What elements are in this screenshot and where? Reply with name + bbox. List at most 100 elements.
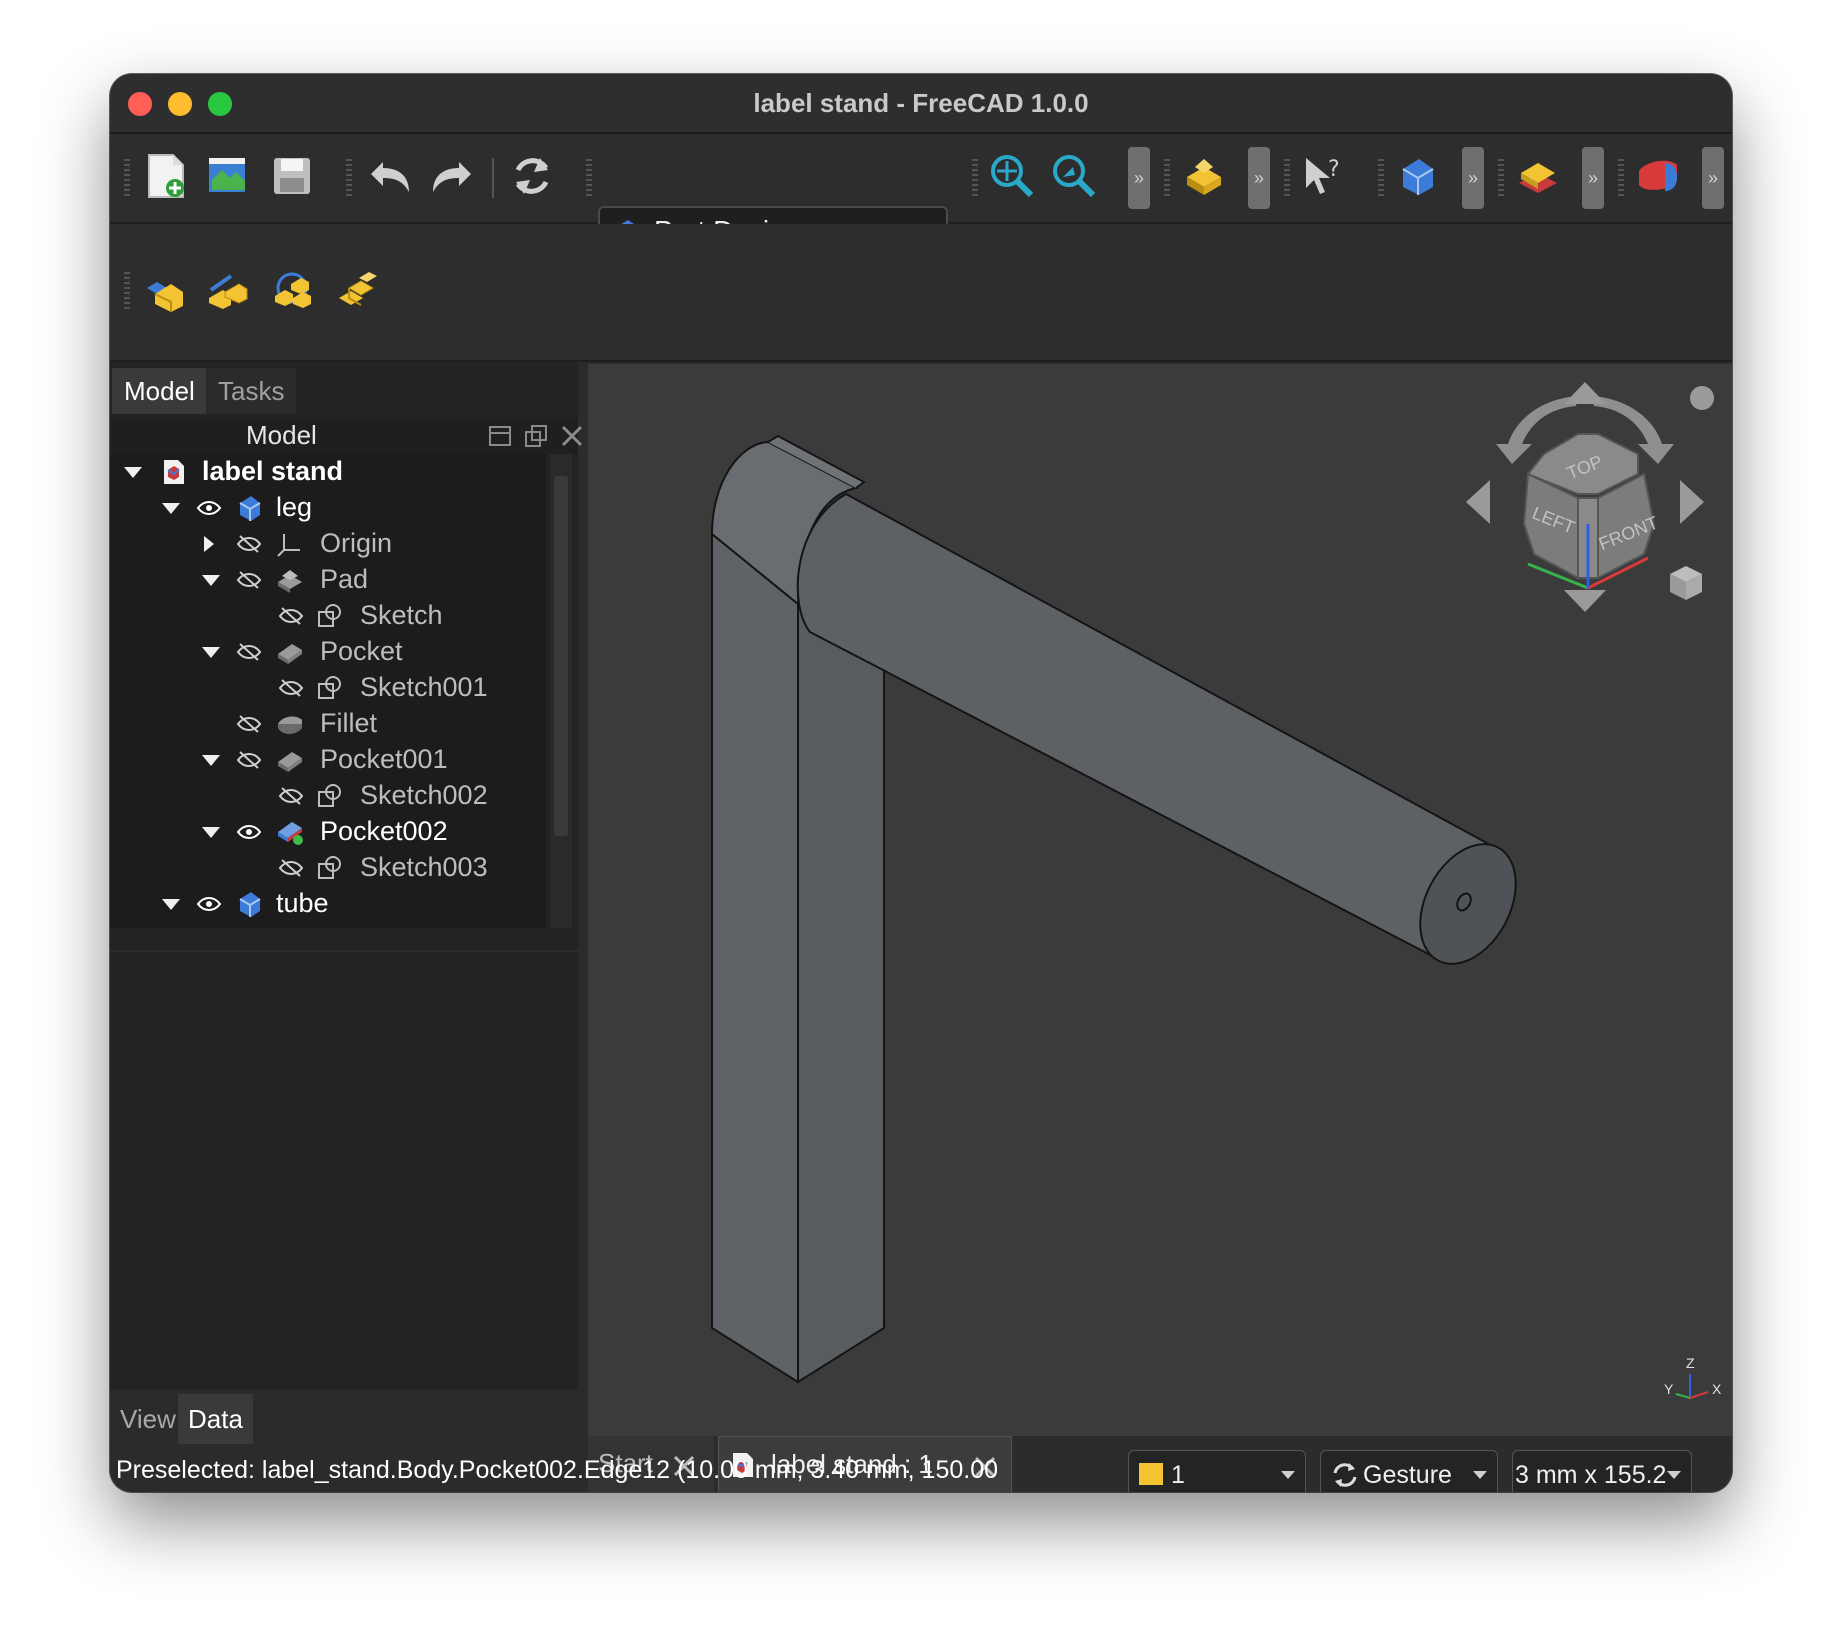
multitransform-button[interactable]: [330, 264, 382, 316]
eye-hidden-icon[interactable]: [278, 856, 304, 880]
tree-item-sketch002[interactable]: Sketch002: [110, 778, 546, 814]
eye-icon[interactable]: [236, 820, 262, 844]
toolbar-extension-button[interactable]: »: [1462, 147, 1484, 209]
isometric-view-cube-icon[interactable]: [1670, 566, 1702, 600]
refresh-button[interactable]: [506, 150, 558, 202]
eye-hidden-icon[interactable]: [278, 676, 304, 700]
fit-all-button[interactable]: [986, 150, 1038, 202]
toolbar-grip[interactable]: [1618, 159, 1624, 197]
tree-item-sketch003[interactable]: Sketch003: [110, 850, 546, 886]
tree-item-pad[interactable]: Pad: [110, 562, 546, 598]
expand-arrow-icon[interactable]: [202, 647, 220, 658]
eye-hidden-icon[interactable]: [236, 568, 262, 592]
toolbar-extension-button[interactable]: »: [1248, 147, 1270, 209]
toolbar-grip[interactable]: [124, 159, 130, 197]
view-down-arrow-icon[interactable]: [1564, 590, 1606, 612]
leg-right-face[interactable]: [797, 572, 885, 1384]
part-icon: [1187, 159, 1221, 195]
tree-item-label-stand[interactable]: label stand: [110, 454, 546, 490]
view-right-arrow-icon[interactable]: [1680, 480, 1704, 524]
eye-hidden-icon[interactable]: [278, 784, 304, 808]
tree-item-label: Pocket001: [320, 744, 448, 774]
draw-style-selector[interactable]: 1: [1128, 1450, 1306, 1492]
tree-item-label: Pocket002: [320, 816, 448, 846]
save-document-button[interactable]: [266, 150, 318, 202]
linear-pattern-icon: [209, 274, 248, 309]
tube-body[interactable]: [796, 492, 1498, 962]
part-primitives-button[interactable]: [1632, 150, 1684, 202]
tree-item-pocket002[interactable]: Pocket002: [110, 814, 546, 850]
polar-pattern-button[interactable]: [266, 264, 318, 316]
expand-arrow-icon[interactable]: [202, 827, 220, 838]
tree-item-label: Sketch002: [360, 780, 488, 810]
tab-view[interactable]: View: [110, 1394, 186, 1444]
expand-arrow-icon[interactable]: [124, 467, 142, 478]
navigation-style-selector[interactable]: Gesture: [1320, 1450, 1498, 1492]
tree-item-pocket[interactable]: Pocket: [110, 634, 546, 670]
eye-hidden-icon[interactable]: [236, 712, 262, 736]
eye-icon[interactable]: [196, 892, 222, 916]
expand-arrow-icon[interactable]: [202, 575, 220, 586]
model-panel-header: Model: [110, 418, 583, 454]
tree-item-tube[interactable]: tube: [110, 886, 546, 922]
part-button[interactable]: [1178, 150, 1230, 202]
eye-hidden-icon[interactable]: [236, 640, 262, 664]
toolbar-grip[interactable]: [1284, 159, 1290, 197]
status-message: Preselected: label_stand.Body.Pocket002.…: [116, 1456, 999, 1484]
tree-item-fillet[interactable]: Fillet: [110, 706, 546, 742]
tree-item-sketch[interactable]: Sketch: [110, 598, 546, 634]
eye-icon[interactable]: [196, 496, 222, 520]
toolbar-grip[interactable]: [1498, 159, 1504, 197]
toolbar-grip[interactable]: [972, 159, 978, 197]
tree-item-label: Fillet: [320, 708, 378, 738]
view-menu-icon[interactable]: [1690, 386, 1714, 410]
navigation-cube[interactable]: TOP LEFT FRONT: [1448, 374, 1718, 614]
toolbar-extension-button[interactable]: »: [1582, 147, 1604, 209]
toolbar-grip[interactable]: [586, 159, 592, 197]
create-body-button[interactable]: [1392, 150, 1444, 202]
tree-item-leg[interactable]: leg: [110, 490, 546, 526]
expand-arrow-icon[interactable]: [202, 755, 220, 766]
toolbar-grip[interactable]: [124, 272, 130, 310]
toolbar-grip[interactable]: [346, 159, 352, 197]
tree-item-sketch001[interactable]: Sketch001: [110, 670, 546, 706]
open-document-button[interactable]: [202, 150, 254, 202]
redo-button[interactable]: [426, 150, 478, 202]
scrollbar-thumb[interactable]: [554, 476, 568, 836]
fit-selection-button[interactable]: [1048, 150, 1100, 202]
view-left-arrow-icon[interactable]: [1466, 480, 1490, 524]
save-icon: [274, 158, 310, 194]
toolbar-grip[interactable]: [1164, 159, 1170, 197]
tab-data[interactable]: Data: [178, 1394, 253, 1444]
eye-hidden-icon[interactable]: [236, 748, 262, 772]
toolbar-extension-button[interactable]: »: [1128, 147, 1150, 209]
chevron-down-icon: [1281, 1471, 1295, 1479]
body-icon: [1402, 159, 1434, 195]
tree-scrollbar[interactable]: [550, 454, 572, 928]
mirrored-button[interactable]: [138, 264, 190, 316]
linear-pattern-button[interactable]: [202, 264, 254, 316]
expand-arrow-icon[interactable]: [162, 503, 180, 514]
whats-this-button[interactable]: ?: [1298, 150, 1350, 202]
tab-tasks[interactable]: Tasks: [206, 368, 297, 414]
undo-button[interactable]: [364, 150, 416, 202]
eye-hidden-icon[interactable]: [236, 532, 262, 556]
eye-hidden-icon[interactable]: [278, 604, 304, 628]
collapsed-arrow-icon[interactable]: [204, 536, 214, 552]
leg-left-face[interactable]: [711, 531, 799, 1384]
close-panel-icon[interactable]: [560, 424, 584, 448]
float-panel-icon[interactable]: [524, 424, 548, 448]
dimension-display[interactable]: 3 mm x 155.2: [1512, 1450, 1692, 1492]
tree-item-origin[interactable]: Origin: [110, 526, 546, 562]
new-document-button[interactable]: [140, 150, 192, 202]
tab-model[interactable]: Model: [112, 368, 207, 414]
tree-item-label: leg: [276, 492, 313, 522]
view-up-arrow-icon[interactable]: [1564, 382, 1606, 404]
3d-viewport[interactable]: TOP LEFT FRONT Z Y X: [588, 364, 1732, 1436]
create-sketch-button[interactable]: [1512, 150, 1564, 202]
tree-item-pocket001[interactable]: Pocket001: [110, 742, 546, 778]
toolbar-extension-button[interactable]: »: [1702, 147, 1724, 209]
collapse-panel-icon[interactable]: [488, 424, 512, 448]
expand-arrow-icon[interactable]: [162, 899, 180, 910]
toolbar-grip[interactable]: [1378, 159, 1384, 197]
